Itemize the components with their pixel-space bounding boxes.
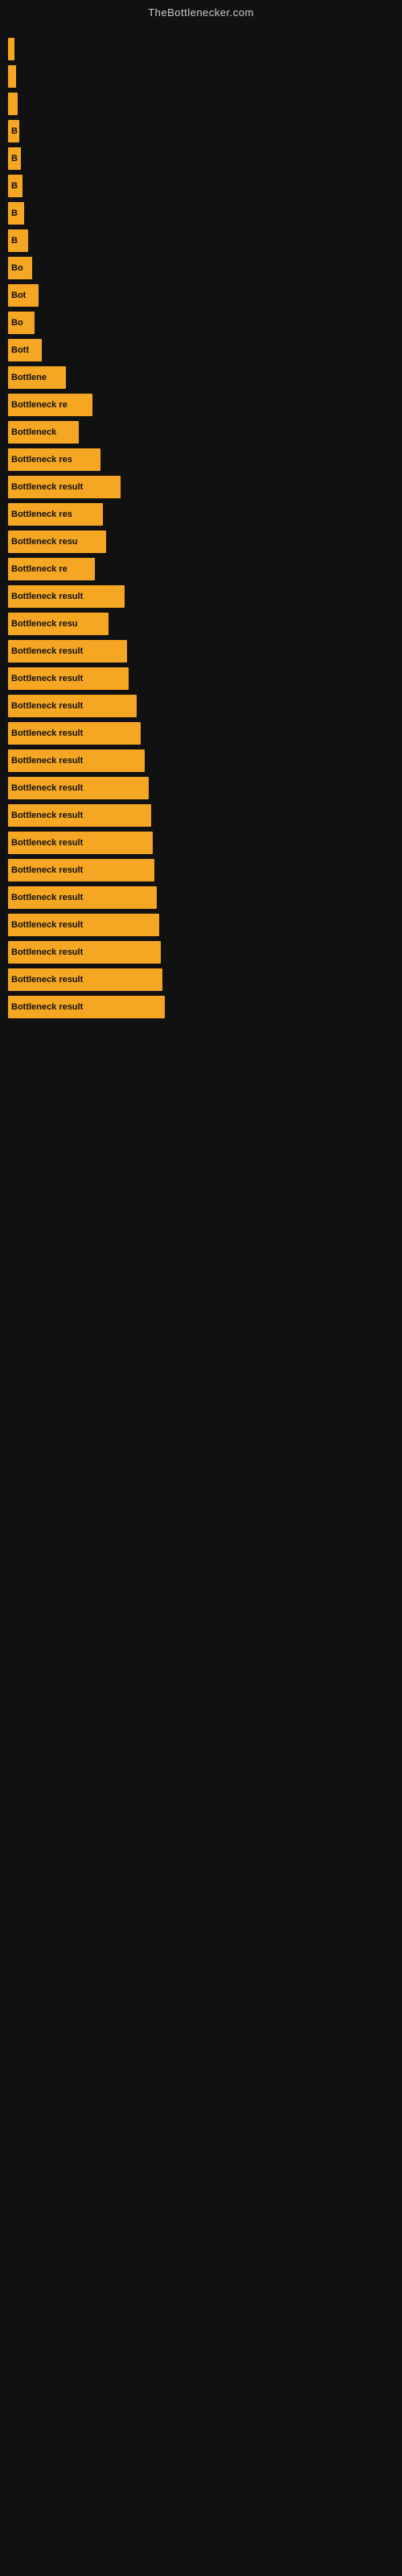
- bars-container: BBBBBBoBotBoBottBottleneBottleneck reBot…: [0, 22, 402, 1031]
- bar-row: Bo: [8, 312, 394, 334]
- bar-row: Bottleneck result: [8, 832, 394, 854]
- result-bar: B: [8, 147, 21, 170]
- result-bar: Bottleneck result: [8, 996, 165, 1018]
- result-bar: [8, 93, 18, 115]
- bar-row: Bottleneck result: [8, 640, 394, 663]
- bar-row: [8, 65, 394, 88]
- bar-row: B: [8, 229, 394, 252]
- result-bar: Bottleneck result: [8, 804, 151, 827]
- result-bar: Bottleneck resu: [8, 530, 106, 553]
- bar-row: Bottleneck resu: [8, 530, 394, 553]
- bar-row: Bottleneck result: [8, 695, 394, 717]
- site-title: TheBottlenecker.com: [0, 0, 402, 22]
- result-bar: B: [8, 120, 19, 142]
- result-bar: Bottleneck resu: [8, 613, 109, 635]
- bar-row: Bo: [8, 257, 394, 279]
- bar-row: Bott: [8, 339, 394, 361]
- result-bar: Bottleneck result: [8, 476, 121, 498]
- result-bar: [8, 65, 16, 88]
- bar-row: [8, 38, 394, 60]
- bar-row: Bottleneck result: [8, 667, 394, 690]
- bar-row: B: [8, 147, 394, 170]
- bar-row: Bot: [8, 284, 394, 307]
- result-bar: Bottleneck result: [8, 859, 154, 881]
- bar-row: Bottleneck result: [8, 914, 394, 936]
- bar-row: Bottleneck result: [8, 777, 394, 799]
- bar-row: B: [8, 202, 394, 225]
- result-bar: Bot: [8, 284, 39, 307]
- result-bar: Bo: [8, 312, 35, 334]
- result-bar: Bottleneck result: [8, 722, 141, 745]
- result-bar: Bottleneck result: [8, 777, 149, 799]
- bar-row: Bottlene: [8, 366, 394, 389]
- result-bar: B: [8, 175, 23, 197]
- bar-row: Bottleneck result: [8, 996, 394, 1018]
- result-bar: B: [8, 229, 28, 252]
- bar-row: B: [8, 175, 394, 197]
- result-bar: Bottleneck result: [8, 832, 153, 854]
- result-bar: Bottleneck result: [8, 968, 162, 991]
- bar-row: Bottleneck result: [8, 859, 394, 881]
- result-bar: Bottleneck result: [8, 886, 157, 909]
- bar-row: Bottleneck result: [8, 804, 394, 827]
- bar-row: [8, 93, 394, 115]
- result-bar: Bottlene: [8, 366, 66, 389]
- result-bar: Bottleneck res: [8, 503, 103, 526]
- bar-row: Bottleneck re: [8, 394, 394, 416]
- result-bar: Bottleneck result: [8, 640, 127, 663]
- bar-row: Bottleneck result: [8, 476, 394, 498]
- bar-row: Bottleneck resu: [8, 613, 394, 635]
- bar-row: Bottleneck result: [8, 585, 394, 608]
- result-bar: Bottleneck result: [8, 695, 137, 717]
- bar-row: Bottleneck result: [8, 749, 394, 772]
- result-bar: Bottleneck re: [8, 394, 92, 416]
- result-bar: [8, 38, 14, 60]
- bar-row: Bottleneck res: [8, 503, 394, 526]
- bar-row: Bottleneck result: [8, 722, 394, 745]
- bar-row: B: [8, 120, 394, 142]
- result-bar: Bottleneck result: [8, 941, 161, 964]
- bar-row: Bottleneck result: [8, 886, 394, 909]
- result-bar: Bottleneck: [8, 421, 79, 444]
- bar-row: Bottleneck result: [8, 968, 394, 991]
- result-bar: Bottleneck res: [8, 448, 100, 471]
- result-bar: Bott: [8, 339, 42, 361]
- result-bar: Bo: [8, 257, 32, 279]
- bar-row: Bottleneck res: [8, 448, 394, 471]
- bar-row: Bottleneck re: [8, 558, 394, 580]
- result-bar: Bottleneck result: [8, 667, 129, 690]
- result-bar: B: [8, 202, 24, 225]
- bar-row: Bottleneck: [8, 421, 394, 444]
- result-bar: Bottleneck re: [8, 558, 95, 580]
- result-bar: Bottleneck result: [8, 749, 145, 772]
- result-bar: Bottleneck result: [8, 585, 125, 608]
- bar-row: Bottleneck result: [8, 941, 394, 964]
- result-bar: Bottleneck result: [8, 914, 159, 936]
